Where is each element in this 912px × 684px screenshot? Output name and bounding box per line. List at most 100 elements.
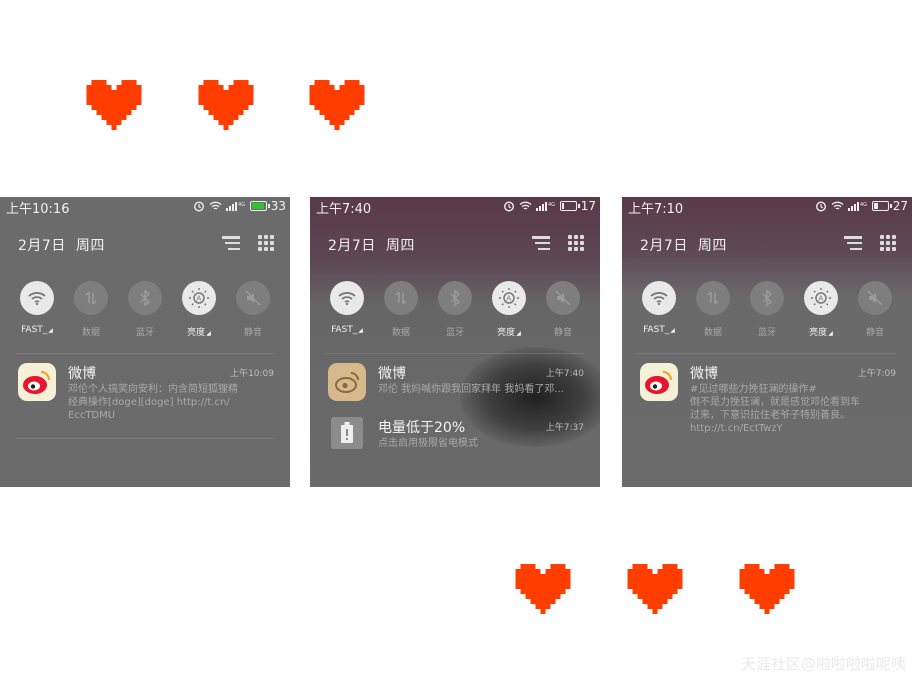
toggle-mute[interactable]: 静音 bbox=[538, 281, 588, 338]
notification-body: 点击启用极限省电模式 bbox=[378, 437, 584, 450]
app-grid-icon[interactable] bbox=[568, 235, 584, 251]
alarm-icon bbox=[815, 201, 826, 212]
status-time: 上午7:10 bbox=[628, 202, 684, 217]
toggle-label: 静音 bbox=[243, 328, 262, 338]
svg-text:A: A bbox=[818, 295, 823, 303]
toggle-bluetooth[interactable]: 蓝牙 bbox=[430, 281, 480, 338]
notification-line: 经典操作[doge][doge] http://t.cn/ bbox=[68, 397, 230, 408]
divider bbox=[16, 438, 274, 439]
notification-low-battery[interactable]: 电量低于20% 上午7:37 点击启用极限省电模式 bbox=[328, 417, 584, 457]
wifi-icon bbox=[650, 292, 668, 306]
weibo-icon bbox=[640, 363, 678, 401]
quick-settings: FAST_◢ 数据 蓝牙 A 亮度◢ 静音 bbox=[310, 281, 600, 338]
date-display: 2月7日 周四 bbox=[18, 235, 115, 255]
battery-percent: 27 bbox=[892, 199, 908, 213]
notification-title: 微博 bbox=[690, 366, 718, 382]
heart-icon bbox=[627, 564, 683, 614]
brightness-icon: A bbox=[189, 288, 209, 308]
notification-body: 邓伦 我妈喊你跟我回家拜年 我妈看了邓... bbox=[378, 383, 584, 396]
signal-4g-icon: 4G bbox=[225, 202, 245, 211]
signal-4g-icon: 4G bbox=[847, 202, 867, 211]
notification-weibo[interactable]: 微博 上午7:09 #见过哪些力挽狂澜的操作# 倒不是力挽狂澜，就是感觉邓伦看到… bbox=[640, 363, 896, 443]
battery-icon bbox=[249, 201, 270, 211]
alarm-icon bbox=[193, 201, 204, 212]
toggle-mute[interactable]: 静音 bbox=[850, 281, 900, 338]
toggle-bluetooth[interactable]: 蓝牙 bbox=[120, 281, 170, 338]
app-grid-icon[interactable] bbox=[258, 235, 274, 251]
toggle-wifi[interactable]: FAST_◢ bbox=[322, 281, 372, 338]
heart-icon bbox=[309, 80, 365, 130]
svg-text:A: A bbox=[506, 295, 511, 303]
mute-icon bbox=[555, 290, 571, 306]
date-text: 2月7日 bbox=[640, 238, 688, 254]
toggle-wifi[interactable]: FAST_◢ bbox=[12, 281, 62, 338]
toggle-label: FAST_ bbox=[643, 325, 670, 335]
notification-time: 上午7:37 bbox=[545, 423, 584, 433]
bluetooth-icon bbox=[450, 289, 461, 307]
svg-text:4G: 4G bbox=[548, 202, 555, 208]
signal-4g-icon: 4G bbox=[535, 202, 555, 211]
brightness-icon: A bbox=[811, 288, 831, 308]
watermark: 天涯社区@啦啦啦啦呢咦 bbox=[740, 655, 906, 673]
toggle-label: 数据 bbox=[703, 328, 722, 338]
alarm-icon bbox=[503, 201, 514, 212]
toggle-data[interactable]: 数据 bbox=[376, 281, 426, 338]
toggle-brightness[interactable]: A 亮度◢ bbox=[174, 281, 224, 338]
mute-icon bbox=[245, 290, 261, 306]
notification-time: 上午7:40 bbox=[545, 369, 584, 379]
toggle-mute[interactable]: 静音 bbox=[228, 281, 278, 338]
weekday-text: 周四 bbox=[75, 238, 105, 254]
battery-alert-icon bbox=[331, 417, 363, 449]
toggle-label: 静音 bbox=[553, 328, 572, 338]
notification-title: 微博 bbox=[68, 366, 96, 382]
battery-icon bbox=[871, 201, 892, 211]
heart-icon bbox=[515, 564, 571, 614]
divider bbox=[638, 353, 896, 354]
heart-icon bbox=[739, 564, 795, 614]
notification-list-icon[interactable] bbox=[532, 236, 550, 250]
toggle-brightness[interactable]: A 亮度◢ bbox=[796, 281, 846, 338]
toggle-data[interactable]: 数据 bbox=[688, 281, 738, 338]
notification-line: 过来，下意识拉住老爷子特别善良。 bbox=[690, 410, 850, 421]
toggle-label: 亮度 bbox=[187, 328, 206, 338]
quick-settings: FAST_◢ 数据 蓝牙 A 亮度◢ 静音 bbox=[622, 281, 912, 338]
notification-weibo[interactable]: 微博 上午7:40 邓伦 我妈喊你跟我回家拜年 我妈看了邓... bbox=[328, 363, 584, 403]
weekday-text: 周四 bbox=[697, 238, 727, 254]
notification-weibo[interactable]: 微博 上午10:09 邓伦个人搞笑向安利：内含简短狐狸精 经典操作[doge][… bbox=[18, 363, 274, 423]
status-bar: 上午10:16 4G 33 bbox=[0, 197, 290, 217]
data-icon bbox=[707, 291, 719, 305]
toggle-label: 蓝牙 bbox=[135, 328, 154, 338]
wifi-icon bbox=[209, 201, 222, 210]
toggle-label: 数据 bbox=[81, 328, 100, 338]
heart-icon bbox=[198, 80, 254, 130]
toggle-label: 亮度 bbox=[497, 328, 516, 338]
data-icon bbox=[395, 291, 407, 305]
heart-icon bbox=[86, 80, 142, 130]
toggle-label: 数据 bbox=[391, 328, 410, 338]
date-text: 2月7日 bbox=[18, 238, 66, 254]
notification-list-icon[interactable] bbox=[844, 236, 862, 250]
date-display: 2月7日 周四 bbox=[640, 235, 737, 255]
notification-shade-3: 上午7:10 4G 27 2月7日周四 FAST_◢ 数据 蓝牙 A 亮度◢ bbox=[622, 197, 912, 487]
toggle-brightness[interactable]: A 亮度◢ bbox=[484, 281, 534, 338]
divider bbox=[326, 353, 584, 354]
status-time: 上午10:16 bbox=[6, 202, 70, 217]
app-grid-icon[interactable] bbox=[880, 235, 896, 251]
notification-list-icon[interactable] bbox=[222, 236, 240, 250]
notification-title: 微博 bbox=[378, 366, 406, 382]
date-display: 2月7日 周四 bbox=[328, 235, 425, 255]
svg-text:4G: 4G bbox=[238, 202, 245, 208]
notification-shade-2: 上午7:40 4G 17 2月7日周四 FAST_◢ 数据 蓝牙 A 亮度◢ bbox=[310, 197, 600, 487]
toggle-label: 亮度 bbox=[809, 328, 828, 338]
notification-line: 点击启用极限省电模式 bbox=[378, 438, 478, 449]
toggle-label: FAST_ bbox=[331, 325, 358, 335]
toggle-data[interactable]: 数据 bbox=[66, 281, 116, 338]
data-icon bbox=[85, 291, 97, 305]
toggle-label: 蓝牙 bbox=[757, 328, 776, 338]
toggle-wifi[interactable]: FAST_◢ bbox=[634, 281, 684, 338]
notification-time: 上午7:09 bbox=[857, 369, 896, 379]
status-time: 上午7:40 bbox=[316, 202, 372, 217]
toggle-bluetooth[interactable]: 蓝牙 bbox=[742, 281, 792, 338]
notification-line: 邓伦个人搞笑向安利：内含简短狐狸精 bbox=[68, 384, 238, 395]
date-text: 2月7日 bbox=[328, 238, 376, 254]
